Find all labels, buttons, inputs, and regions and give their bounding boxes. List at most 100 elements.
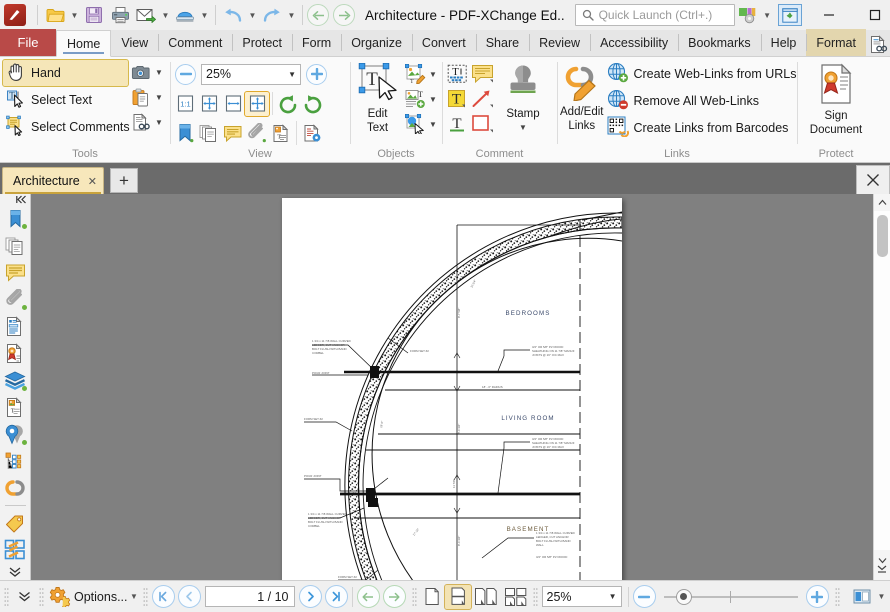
find-icon[interactable] [129, 110, 153, 134]
tab-protect[interactable]: Protect [232, 29, 292, 56]
status-zoom-out-button[interactable] [633, 585, 656, 608]
tab-convert[interactable]: Convert [412, 29, 476, 56]
tab-view[interactable]: View [111, 29, 158, 56]
tab-organize[interactable]: Organize [341, 29, 412, 56]
tab-review[interactable]: Review [529, 29, 590, 56]
bookmarks-pane-icon[interactable] [173, 121, 197, 145]
tab-bookmarks[interactable]: Bookmarks [678, 29, 761, 56]
back-button[interactable] [307, 4, 329, 26]
tab-format[interactable]: Format [806, 29, 866, 56]
two-pages-view-button[interactable] [471, 585, 501, 609]
find-dropdown-icon[interactable]: ▼ [153, 110, 165, 134]
tab-share[interactable]: Share [476, 29, 529, 56]
tab-file[interactable]: File [0, 29, 56, 56]
fit-width-icon[interactable] [221, 92, 245, 116]
print-file-icon[interactable] [107, 3, 133, 27]
edit-objects-icon[interactable]: T [403, 62, 427, 86]
select-text-button[interactable]: T Select Text [3, 87, 128, 113]
rotate-left-icon[interactable] [276, 92, 300, 116]
sidebar-item-layers[interactable] [1, 367, 30, 394]
fit-page-icon[interactable] [197, 92, 221, 116]
customize-toolbar-icon[interactable] [735, 3, 761, 27]
continuous-view-button[interactable] [445, 585, 471, 609]
quick-launch-search[interactable]: Quick Launch (Ctrl+.) [575, 4, 735, 26]
close-icon[interactable]: ✕ [88, 175, 97, 188]
sidebar-item-destinations[interactable] [1, 421, 30, 448]
forward-button[interactable] [333, 4, 355, 26]
find-document-icon[interactable] [866, 32, 890, 56]
email-file-dropdown-icon[interactable]: ▼ [159, 3, 172, 27]
actual-size-icon[interactable]: 1:1 [173, 92, 197, 116]
maximize-button[interactable] [852, 0, 890, 30]
status-zoom-in-button[interactable] [806, 585, 829, 608]
tab-accessibility[interactable]: Accessibility [590, 29, 678, 56]
tab-help[interactable]: Help [761, 29, 807, 56]
document-viewport[interactable]: BEDROOMS LIVING ROOM BASEMENT 1 3/4 x 11… [31, 194, 873, 580]
sidebar-item-thumbnails[interactable] [1, 232, 30, 259]
snapshot-icon[interactable] [129, 60, 153, 84]
sidebar-item-comments[interactable] [1, 259, 30, 286]
toolbar-grip-4[interactable] [410, 586, 419, 608]
toolbar-grip-3[interactable] [141, 586, 150, 608]
pane-toggle-button[interactable] [11, 585, 37, 609]
open-file-dropdown-icon[interactable]: ▼ [68, 3, 81, 27]
select-comments-button[interactable]: Select Comments [3, 114, 128, 140]
pane-layout-dropdown-icon[interactable]: ▼ [875, 585, 888, 609]
add-image-icon[interactable]: T [403, 87, 427, 111]
sidebar-item-signatures[interactable] [1, 340, 30, 367]
zoom-slider-thumb[interactable] [676, 589, 692, 605]
sign-document-button[interactable]: Sign Document [801, 60, 871, 136]
paste-icon[interactable] [129, 85, 153, 109]
rotate-right-icon[interactable] [300, 92, 324, 116]
stamp-button[interactable]: Stamp ▼ [495, 60, 551, 134]
single-page-view-button[interactable] [419, 585, 445, 609]
tab-home[interactable]: Home [56, 30, 111, 57]
options-label[interactable]: Options... [74, 590, 128, 604]
next-page-button[interactable] [299, 585, 322, 608]
select-objects-icon[interactable] [403, 112, 427, 136]
toolbar-grip-2[interactable] [37, 586, 46, 608]
first-page-button[interactable] [152, 585, 175, 608]
fit-visible-icon[interactable] [245, 92, 269, 116]
document-properties-icon[interactable] [300, 121, 324, 145]
page-number-input[interactable]: 1 / 10 [205, 586, 295, 607]
scroll-up-button[interactable] [874, 194, 890, 211]
sidebar-item-stamps[interactable] [1, 536, 30, 563]
last-page-button[interactable] [325, 585, 348, 608]
edit-text-button[interactable]: T Edit Text [353, 60, 402, 134]
open-file-icon[interactable] [42, 3, 68, 27]
scan-file-icon[interactable] [172, 3, 198, 27]
sidebar-more-button[interactable] [1, 563, 30, 580]
vertical-scrollbar[interactable] [873, 194, 890, 580]
close-document-button[interactable] [856, 165, 890, 194]
arrow-icon[interactable] [470, 87, 494, 111]
text-box-icon[interactable]: T [445, 87, 469, 111]
rectangle-icon[interactable] [470, 112, 494, 136]
pane-collapse-button[interactable] [0, 194, 30, 205]
tab-comment[interactable]: Comment [158, 29, 232, 56]
new-tab-button[interactable]: + [110, 168, 138, 193]
sidebar-item-fields[interactable] [1, 313, 30, 340]
previous-view-button[interactable] [357, 585, 380, 608]
add-image-dropdown-icon[interactable]: ▼ [427, 87, 439, 111]
undo-icon[interactable] [220, 3, 246, 27]
scroll-down-group[interactable] [874, 550, 890, 580]
status-zoom-combobox[interactable]: 25% ▼ [542, 586, 622, 607]
sidebar-item-attachments[interactable] [1, 286, 30, 313]
options-icon[interactable] [46, 585, 74, 609]
email-file-icon[interactable] [133, 3, 159, 27]
redo-icon[interactable] [259, 3, 285, 27]
options-dropdown-icon[interactable]: ▼ [128, 585, 141, 609]
zoom-level-combobox[interactable]: 25% ▼ [201, 64, 301, 85]
add-edit-links-button[interactable]: Add/Edit Links [560, 60, 603, 132]
content-pane-icon[interactable]: T [269, 121, 293, 145]
save-file-icon[interactable] [81, 3, 107, 27]
comments-pane-icon[interactable] [221, 121, 245, 145]
chevron-down-icon[interactable]: ▼ [609, 592, 617, 601]
paste-dropdown-icon[interactable]: ▼ [153, 85, 165, 109]
undo-dropdown-icon[interactable]: ▼ [246, 3, 259, 27]
chevron-down-icon[interactable]: ▼ [288, 70, 296, 79]
zoom-in-button[interactable] [306, 64, 327, 85]
sidebar-item-bookmarks[interactable] [1, 205, 30, 232]
next-view-button[interactable] [383, 585, 406, 608]
